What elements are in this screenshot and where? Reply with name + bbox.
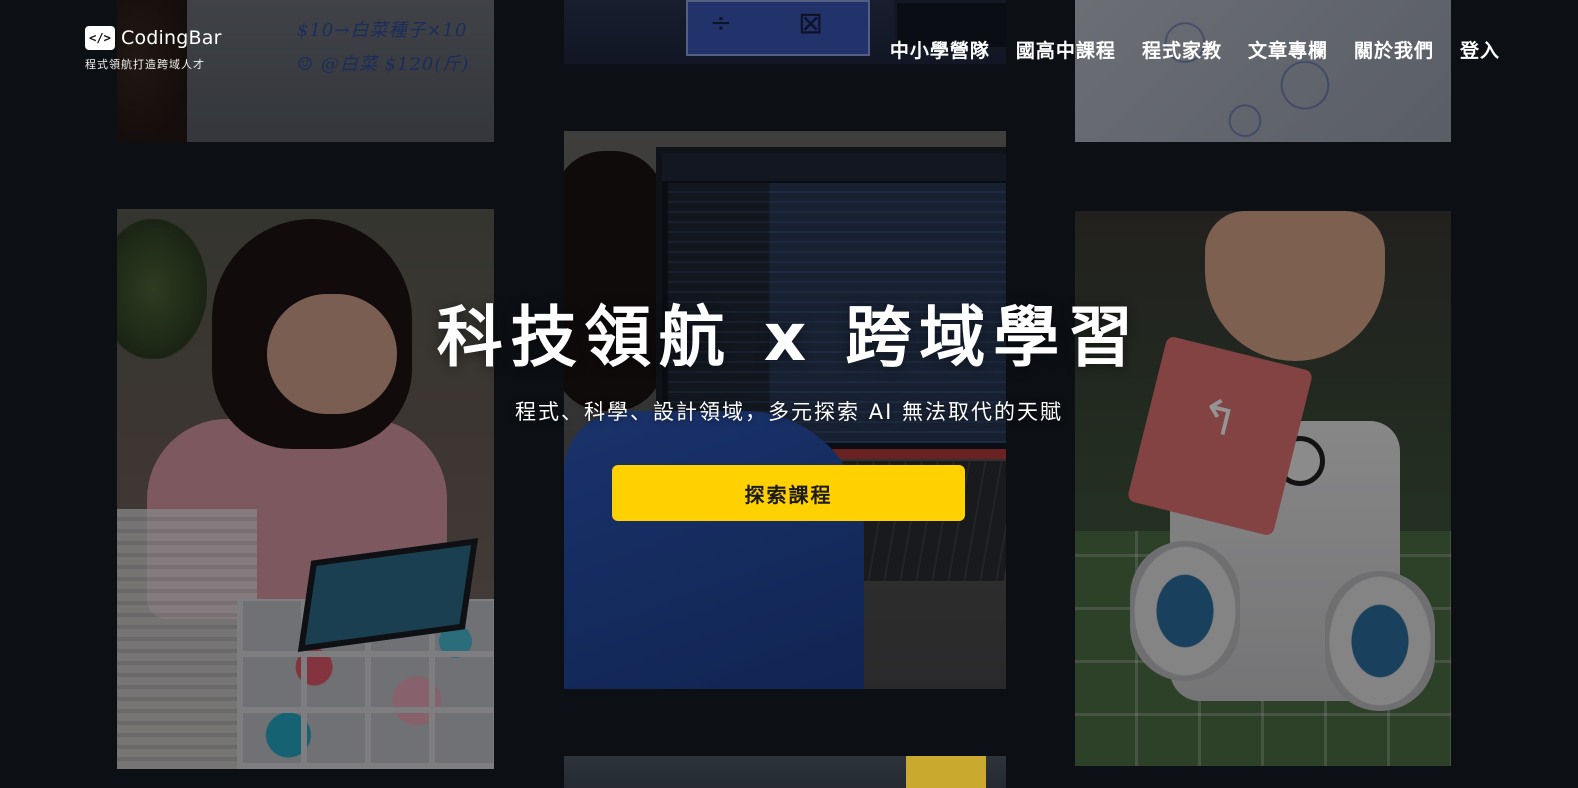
hero-subtitle: 程式、科學、設計領域，多元探索 AI 無法取代的天賦: [515, 400, 1063, 424]
brand-tagline: 程式領航打造跨域人才: [85, 58, 205, 71]
brand-logo-link[interactable]: </> CodingBar 程式領航打造跨域人才: [85, 26, 222, 72]
nav-item-tutoring[interactable]: 程式家教: [1142, 36, 1222, 63]
brand-name: CodingBar: [121, 27, 222, 49]
main-nav: 中小學營隊 國高中課程 程式家教 文章專欄 關於我們 登入: [890, 36, 1500, 63]
nav-item-about[interactable]: 關於我們: [1354, 36, 1434, 63]
explore-courses-button[interactable]: 探索課程: [612, 465, 965, 521]
nav-item-articles[interactable]: 文章專欄: [1248, 36, 1328, 63]
nav-item-camps[interactable]: 中小學營隊: [890, 36, 990, 63]
code-bracket-icon: </>: [85, 26, 115, 50]
photo-bottom: [564, 756, 1006, 788]
site-header: </> CodingBar 程式領航打造跨域人才 中小學營隊 國高中課程 程式家…: [0, 0, 1578, 100]
brand-logo: </> CodingBar: [85, 26, 222, 50]
hero-title: 科技領航 x 跨域學習: [436, 299, 1142, 376]
landing-page: $10→白菜種子×10 ☺ @白菜 $120(斤) ÷ ⊠ ↰ </> Codi…: [0, 0, 1578, 788]
nav-item-high-school-courses[interactable]: 國高中課程: [1016, 36, 1116, 63]
nav-item-login[interactable]: 登入: [1460, 36, 1500, 63]
